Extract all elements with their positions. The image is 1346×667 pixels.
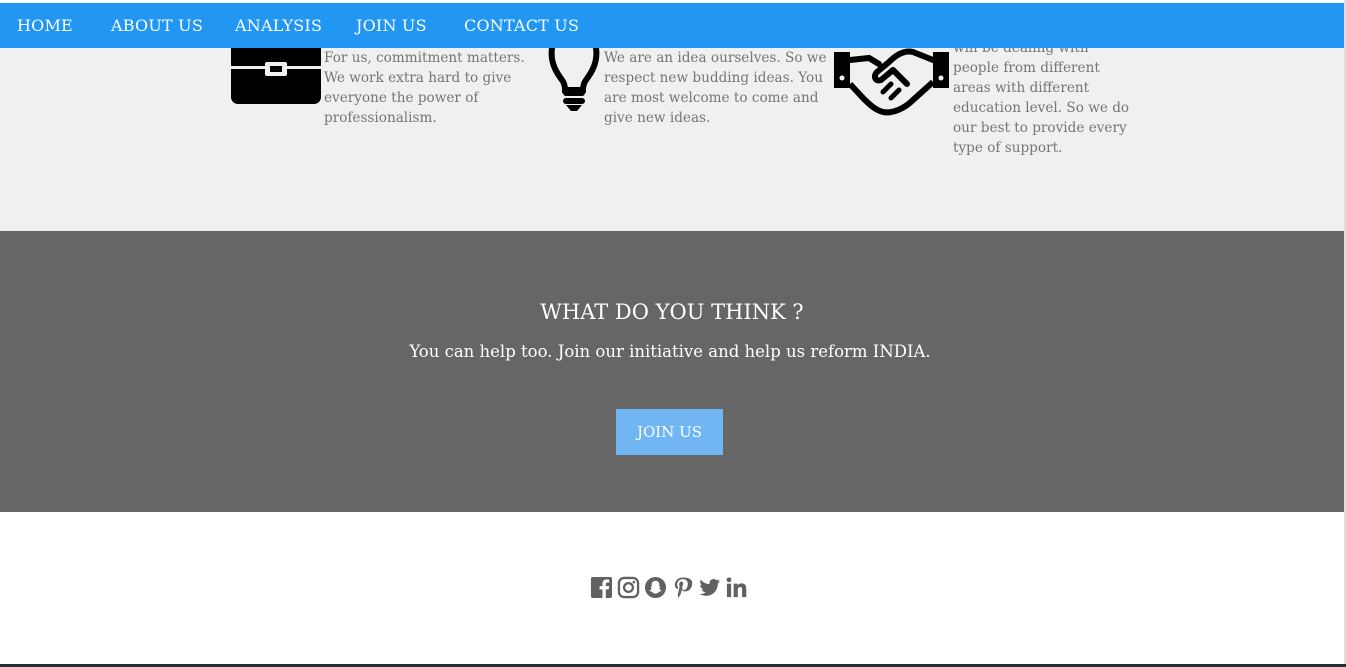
feature-line: give new ideas. <box>604 110 711 126</box>
lightbulb-icon <box>548 48 600 111</box>
facebook-icon[interactable] <box>590 576 613 599</box>
features-section: For us, commitment matters. We work extr… <box>0 48 1344 231</box>
nav-about-link[interactable]: ABOUT US <box>111 16 203 35</box>
feature-ideas-text: We are an idea ourselves. So we respect … <box>604 48 827 128</box>
pinterest-icon[interactable] <box>671 576 694 599</box>
join-us-button[interactable]: JOIN US <box>616 409 723 455</box>
feature-line: We are an idea ourselves. So we <box>604 50 827 66</box>
linkedin-icon[interactable] <box>725 576 748 599</box>
feature-line: will be dealing with <box>953 48 1089 56</box>
feature-line: We work extra hard to give <box>324 70 512 86</box>
nav-join-link[interactable]: JOIN US <box>356 16 427 35</box>
cta-title: WHAT DO YOU THINK ? <box>540 300 804 324</box>
feature-line: type of support. <box>953 140 1063 156</box>
feature-line: are most welcome to come and <box>604 90 819 106</box>
call-to-action-section: WHAT DO YOU THINK ? You can help too. Jo… <box>0 231 1344 512</box>
feature-line: everyone the power of <box>324 90 479 106</box>
feature-commitment-text: For us, commitment matters. We work extr… <box>324 48 525 128</box>
feature-line: education level. So we do <box>953 100 1130 116</box>
briefcase-icon <box>231 48 321 104</box>
nav-analysis-link[interactable]: ANALYSIS <box>235 16 322 35</box>
cta-subtitle: You can help too. Join our initiative an… <box>409 342 931 361</box>
feature-line: our best to provide every <box>953 120 1127 136</box>
nav-contact-link[interactable]: CONTACT US <box>464 16 579 35</box>
twitter-icon[interactable] <box>698 576 721 599</box>
snapchat-icon[interactable] <box>644 576 667 599</box>
feature-line: For us, commitment matters. <box>324 50 525 66</box>
social-links <box>590 576 748 599</box>
handshake-icon <box>834 48 949 116</box>
feature-line: professionalism. <box>324 110 437 126</box>
top-navbar: HOME ABOUT US ANALYSIS JOIN US CONTACT U… <box>0 3 1344 48</box>
feature-line: areas with different <box>953 80 1090 96</box>
nav-home-link[interactable]: HOME <box>17 16 73 35</box>
feature-support-text: will be dealing with people from differe… <box>953 48 1129 158</box>
feature-line: respect new budding ideas. You <box>604 70 823 86</box>
instagram-icon[interactable] <box>617 576 640 599</box>
footer <box>0 512 1344 664</box>
feature-line: people from different <box>953 60 1100 76</box>
